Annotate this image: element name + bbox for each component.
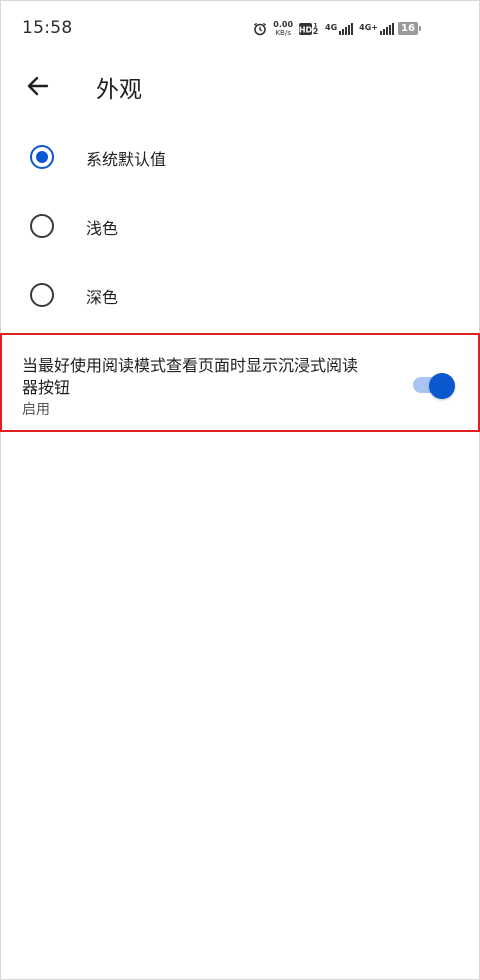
signal-icon — [339, 23, 354, 35]
immersive-reader-toggle[interactable] — [413, 373, 457, 399]
sim2-net-label: 4G+ — [359, 23, 378, 32]
radio-selected-icon[interactable] — [30, 145, 54, 169]
svg-text:HD: HD — [299, 26, 313, 35]
sim1-signal: 4G — [325, 23, 354, 35]
battery-icon: 16 — [398, 22, 421, 35]
option-label: 浅色 — [86, 219, 119, 238]
net-speed: 0.00 KB/s — [273, 20, 294, 38]
immersive-reader-setting[interactable]: 当最好使用阅读模式查看页面时显示沉浸式阅读器按钮 启用 — [0, 333, 480, 432]
net-speed-value: 0.00 — [273, 20, 294, 29]
page-title: 外观 — [96, 77, 142, 103]
status-bar: 15:58 0.00 KB/s HD 2 1 4G 4G+ 16 — [0, 0, 480, 58]
theme-option-dark[interactable]: 深色 — [0, 262, 480, 330]
alarm-icon — [253, 22, 267, 36]
setting-status: 启用 — [22, 402, 50, 418]
status-time: 15:58 — [22, 18, 73, 38]
setting-title: 当最好使用阅读模式查看页面时显示沉浸式阅读器按钮 — [22, 356, 359, 397]
arrow-back-icon — [27, 76, 49, 96]
app-bar: 外观 — [0, 58, 480, 114]
signal-icon — [380, 23, 394, 35]
battery-level: 16 — [398, 22, 418, 35]
option-label: 系统默认值 — [86, 150, 167, 169]
status-icons: 0.00 KB/s HD 2 1 4G 4G+ — [253, 19, 394, 39]
hd-icon: HD 2 1 — [299, 22, 319, 36]
radio-unselected-icon[interactable] — [30, 214, 54, 238]
sim1-net-label: 4G — [325, 23, 338, 32]
net-speed-unit: KB/s — [275, 29, 291, 37]
svg-text:1: 1 — [313, 23, 317, 30]
option-label: 深色 — [86, 288, 119, 307]
theme-option-system-default[interactable]: 系统默认值 — [0, 124, 480, 192]
toggle-thumb — [429, 373, 455, 399]
radio-unselected-icon[interactable] — [30, 283, 54, 307]
theme-option-light[interactable]: 浅色 — [0, 193, 480, 261]
battery-cap — [419, 26, 421, 31]
sim2-signal: 4G+ — [359, 23, 394, 35]
back-button[interactable] — [22, 70, 54, 102]
